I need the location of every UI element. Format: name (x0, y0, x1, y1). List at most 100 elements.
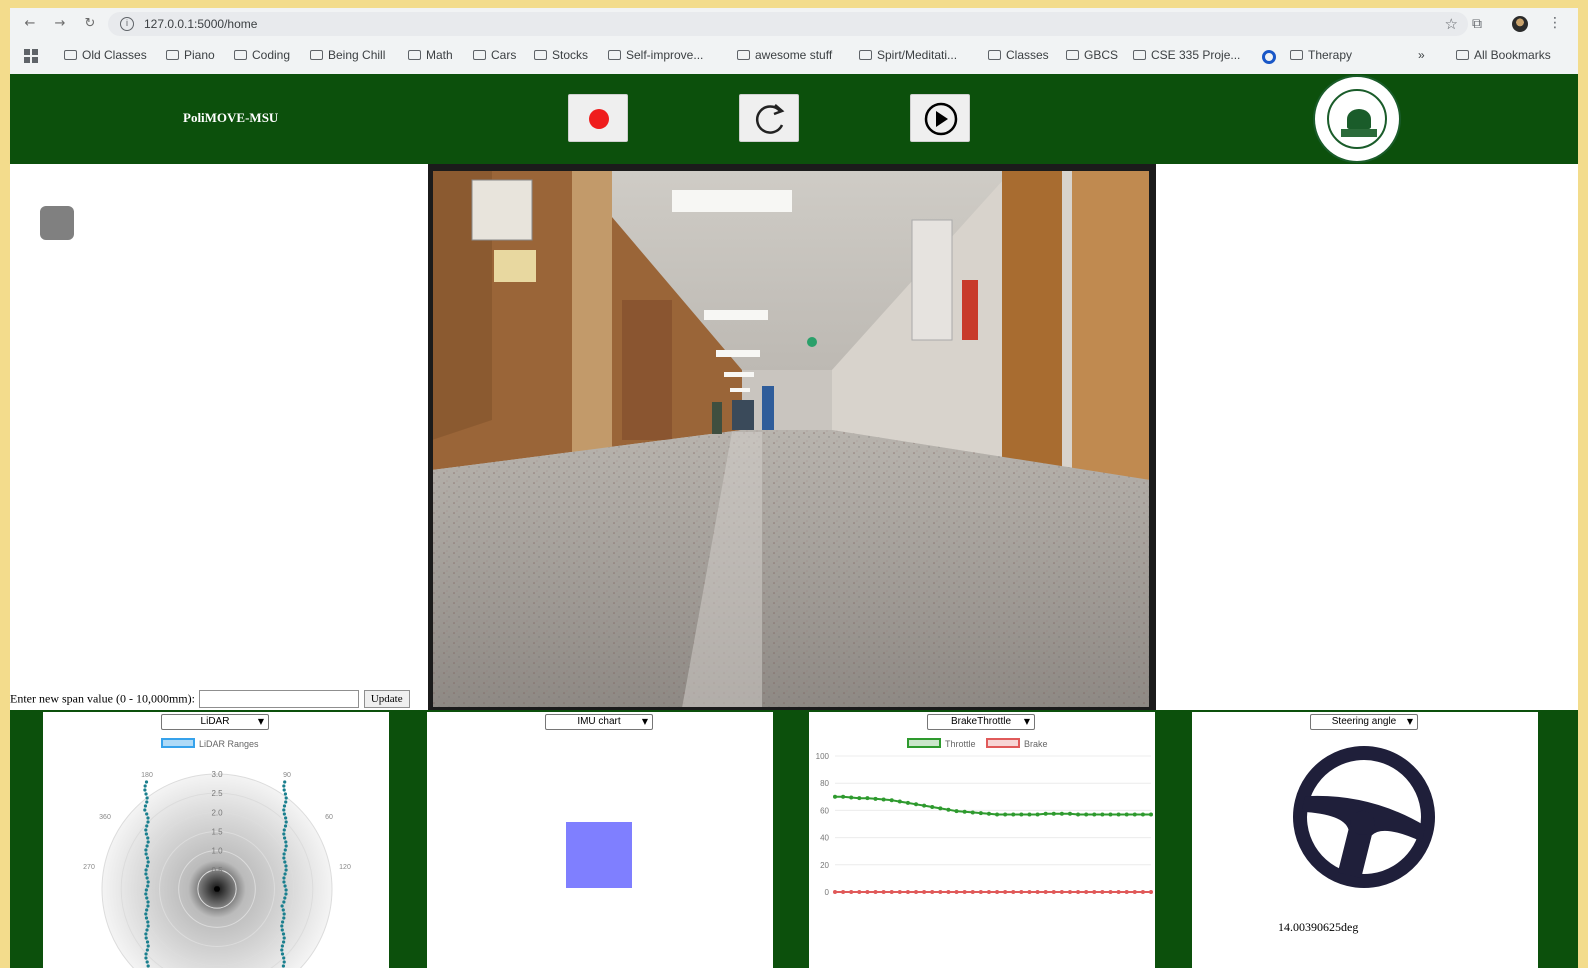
reload-icon[interactable]: ↻ (82, 16, 98, 32)
extensions-icon[interactable]: ⧉ (1472, 16, 1482, 32)
brake-throttle-legend: Throttle Brake (907, 738, 1048, 749)
apps-grid-icon[interactable] (24, 49, 38, 63)
data-point-brake (1043, 890, 1048, 894)
lidar-point (283, 792, 288, 796)
lidar-point (144, 956, 148, 960)
data-point-throttle (1116, 812, 1121, 817)
lidar-point (284, 840, 288, 844)
all-bookmarks-button[interactable]: All Bookmarks (1456, 48, 1551, 62)
record-dot-icon (589, 109, 609, 129)
data-point-brake (873, 890, 878, 894)
lidar-point (283, 780, 287, 784)
camera-feed (428, 164, 1156, 710)
imu-select[interactable]: IMU chart ▼ (545, 714, 653, 730)
lidar-point (283, 860, 287, 864)
lidar-point (284, 796, 288, 800)
lidar-point (144, 852, 148, 856)
bookmark-classes[interactable]: Classes (988, 48, 1049, 62)
bookmark-gbcs[interactable]: GBCS (1066, 48, 1118, 62)
data-point-throttle (978, 811, 983, 816)
opera-icon[interactable] (1262, 50, 1276, 64)
lidar-select[interactable]: LiDAR ▼ (161, 714, 269, 730)
lidar-point (144, 828, 148, 832)
folder-icon (473, 50, 486, 60)
lidar-point (282, 828, 286, 832)
folder-icon (737, 50, 750, 60)
data-point-throttle (889, 798, 894, 803)
imu-cube (566, 822, 632, 888)
data-point-brake (849, 890, 854, 894)
data-point-throttle (1124, 812, 1129, 817)
bookmark-awesome-stuff[interactable]: awesome stuff (737, 48, 832, 62)
data-point-brake (938, 890, 943, 894)
lidar-point (146, 900, 150, 904)
span-label: Enter new span value (0 - 10,000mm): (10, 691, 195, 706)
lidar-point (283, 884, 287, 888)
bookmark-self-improve[interactable]: Self-improve... (608, 48, 703, 62)
lidar-point (145, 928, 149, 932)
lidar-point (144, 932, 148, 936)
data-point-brake (962, 890, 967, 894)
lidar-point (281, 908, 285, 912)
bookmark-therapy[interactable]: Therapy (1290, 48, 1352, 62)
folder-icon (1066, 50, 1079, 60)
data-point-throttle (1149, 812, 1153, 817)
bookmark-piano[interactable]: Piano (166, 48, 215, 62)
bookmark-coding[interactable]: Coding (234, 48, 290, 62)
data-point-throttle (1076, 812, 1081, 817)
data-point-brake (1084, 890, 1089, 894)
data-point-brake (1011, 890, 1016, 894)
lidar-point (283, 896, 287, 900)
lidar-point (146, 880, 150, 884)
profile-avatar-icon[interactable] (1512, 16, 1528, 32)
data-point-brake (1067, 890, 1072, 894)
data-point-throttle (1132, 812, 1137, 817)
steering-select[interactable]: Steering angle ▼ (1310, 714, 1418, 730)
lidar-point (284, 888, 288, 892)
data-point-throttle (1011, 812, 1016, 817)
data-point-throttle (873, 796, 878, 801)
bookmark-being-chill[interactable]: Being Chill (310, 48, 385, 62)
bookmark-cse-335[interactable]: CSE 335 Proje... (1133, 48, 1240, 62)
bookmark-math[interactable]: Math (408, 48, 453, 62)
bookmark-cars[interactable]: Cars (473, 48, 516, 62)
brand-title: PoliMOVE-MSU (183, 110, 279, 125)
play-button[interactable] (910, 94, 970, 142)
lidar-radial-tick: 1.0 (211, 847, 223, 856)
brake-throttle-select[interactable]: BrakeThrottle ▼ (927, 714, 1035, 730)
lidar-radial-tick: 0.5 (211, 866, 223, 875)
lidar-point (144, 936, 148, 940)
data-point-brake (1140, 890, 1145, 894)
browser-menu-icon[interactable]: ⋮ (1548, 15, 1562, 31)
bookmark-spirit-meditation[interactable]: Spirt/Meditati... (859, 48, 957, 62)
data-point-brake (954, 890, 959, 894)
span-input[interactable] (199, 690, 360, 708)
lidar-point (143, 804, 148, 808)
data-point-brake (986, 890, 991, 894)
more-bookmarks-button[interactable]: » (1418, 48, 1425, 62)
site-info-icon[interactable]: i (120, 17, 134, 31)
folder-icon (234, 50, 247, 60)
browser-chrome: ← → ↻ i 127.0.0.1:5000/home ☆ ⧉ ⋮ Old Cl… (10, 8, 1578, 74)
record-button[interactable] (568, 94, 628, 142)
update-button[interactable]: Update (363, 690, 410, 708)
data-point-brake (841, 890, 846, 894)
lidar-point (282, 832, 286, 836)
lidar-point (283, 872, 287, 876)
data-point-throttle (841, 794, 846, 799)
data-point-throttle (1003, 812, 1008, 817)
imu-panel: IMU chart ▼ (427, 712, 773, 968)
reset-button[interactable] (739, 94, 799, 142)
bookmark-old-classes[interactable]: Old Classes (64, 48, 147, 62)
bookmark-stocks[interactable]: Stocks (534, 48, 588, 62)
data-point-throttle (1108, 812, 1113, 817)
lidar-point (145, 800, 149, 804)
data-point-throttle (954, 809, 959, 814)
forward-icon[interactable]: → (52, 16, 68, 32)
back-icon[interactable]: ← (22, 16, 38, 32)
lidar-origin (214, 886, 220, 892)
url-bar[interactable]: i 127.0.0.1:5000/home ☆ (108, 12, 1468, 36)
lidar-point (144, 912, 148, 916)
bookmark-star-icon[interactable]: ☆ (1445, 15, 1458, 33)
app-header: PoliMOVE-MSU (10, 74, 1578, 164)
